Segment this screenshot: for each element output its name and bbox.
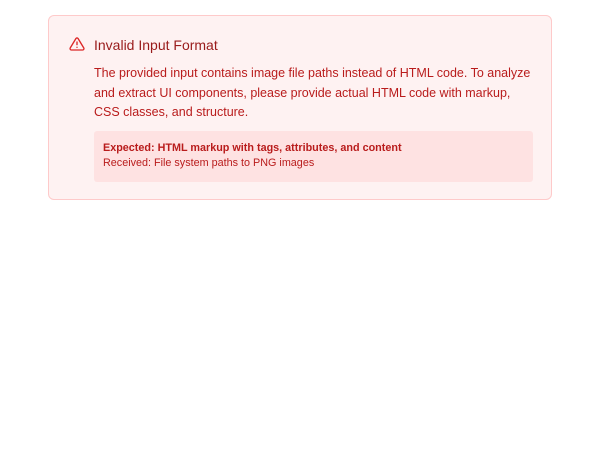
warning-triangle-icon bbox=[69, 36, 85, 52]
expected-format-text: Expected: HTML markup with tags, attribu… bbox=[103, 142, 402, 154]
alert-message: The provided input contains image file p… bbox=[94, 66, 531, 119]
received-format-text: Received: File system paths to PNG image… bbox=[103, 157, 315, 169]
error-alert: Invalid Input Format The provided input … bbox=[48, 15, 552, 200]
alert-title: Invalid Input Format bbox=[94, 37, 218, 53]
alert-details: Expected: HTML markup with tags, attribu… bbox=[94, 131, 533, 182]
